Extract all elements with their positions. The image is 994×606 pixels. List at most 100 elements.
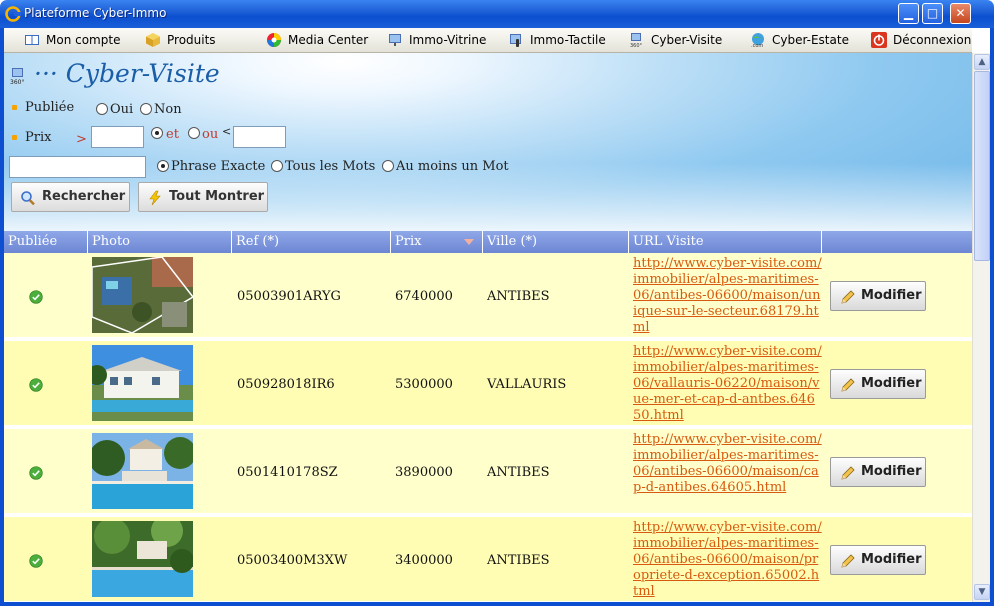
prix-label: Prix [25, 130, 52, 145]
scroll-up-button[interactable]: ▲ [974, 54, 990, 70]
publiee-non-radio[interactable] [140, 103, 152, 115]
ville-value: ANTIBES [487, 465, 550, 480]
url-visite-link[interactable]: http://www.cyber-visite.com/immobilier/a… [633, 520, 823, 600]
360-camera-icon: 360° [10, 68, 24, 85]
ref-value: 05003400M3XW [237, 553, 348, 568]
scroll-thumb[interactable] [974, 71, 990, 261]
touch-screen-icon [510, 34, 521, 47]
window-border-bottom [0, 602, 994, 606]
main-content: 360° ··· Cyber-Visite Publiée Oui Non Pr… [4, 53, 972, 602]
360-camera-icon: 360° [630, 33, 643, 48]
page-title: ··· Cyber-Visite [34, 59, 220, 88]
col-prix-label: Prix [395, 234, 422, 249]
table-row: 0501410178SZ 3890000 ANTIBES http://www.… [4, 429, 972, 513]
title-bar: Plateforme Cyber-Immo ▁ □ ✕ [0, 0, 994, 28]
monitor-icon [389, 34, 401, 46]
prix-less-than: < [222, 125, 232, 138]
table-header: Publiée Photo Ref (*) Prix Ville (*) URL… [4, 231, 972, 253]
vertical-scrollbar[interactable]: ▲ ▼ [972, 53, 990, 602]
prix-max-input[interactable] [233, 126, 286, 148]
table-row: 050928018IR6 5300000 VALLAURIS http://ww… [4, 341, 972, 425]
maximize-button[interactable]: □ [922, 3, 943, 24]
property-villa-photo [92, 345, 193, 421]
modifier-button[interactable]: Modifier [830, 457, 926, 487]
prix-min-input[interactable] [91, 126, 144, 148]
col-prix[interactable]: Prix [391, 231, 483, 253]
publiee-oui-label: Oui [110, 102, 134, 117]
ville-value: ANTIBES [487, 289, 550, 304]
property-garden-pool-photo [92, 521, 193, 597]
url-visite-link[interactable]: http://www.cyber-visite.com/immobilier/a… [633, 432, 823, 496]
tout-montrer-button[interactable]: Tout Montrer [138, 182, 268, 212]
table-row: 05003901ARYG 6740000 ANTIBES http://www.… [4, 253, 972, 337]
modifier-button[interactable]: Modifier [830, 545, 926, 575]
svg-text:360°: 360° [630, 43, 643, 48]
modifier-button[interactable]: Modifier [830, 369, 926, 399]
au-moins-un-mot-label: Au moins un Mot [396, 159, 509, 174]
publiee-oui-radio[interactable] [96, 103, 108, 115]
svg-text:.com: .com [751, 43, 763, 48]
color-wheel-icon [267, 33, 281, 47]
globe-com-icon: .com [751, 33, 764, 48]
close-button[interactable]: ✕ [950, 3, 971, 24]
power-icon [871, 32, 887, 48]
bullet-icon [12, 135, 17, 140]
prix-et-radio[interactable] [151, 127, 163, 139]
tous-les-mots-radio[interactable] [271, 160, 283, 172]
rechercher-button[interactable]: Rechercher [11, 182, 130, 212]
property-pool-photo [92, 433, 193, 509]
prix-ou-label: ou [202, 127, 219, 142]
pencil-icon [841, 554, 855, 568]
col-ref[interactable]: Ref (*) [232, 231, 391, 253]
box-icon [146, 33, 160, 47]
ref-value: 0501410178SZ [237, 465, 338, 480]
prix-greater-than: > [76, 132, 87, 147]
col-actions [822, 231, 972, 253]
window-border-right [990, 28, 994, 606]
tous-les-mots-label: Tous les Mots [285, 159, 376, 174]
publiee-non-label: Non [154, 102, 182, 117]
ville-value: VALLAURIS [487, 377, 567, 392]
pencil-icon [841, 378, 855, 392]
ref-value: 050928018IR6 [237, 377, 335, 392]
phrase-exacte-radio[interactable] [157, 160, 169, 172]
pencil-icon [841, 290, 855, 304]
check-circle-icon [29, 554, 43, 568]
menu-bar: Mon compte Produits Media Center Immo-Vi… [4, 28, 972, 53]
app-logo-icon [5, 6, 21, 22]
minimize-button[interactable]: ▁ [898, 3, 919, 24]
scroll-down-button[interactable]: ▼ [974, 584, 990, 600]
svg-text:360°: 360° [10, 79, 24, 85]
check-circle-icon [29, 290, 43, 304]
col-ville[interactable]: Ville (*) [483, 231, 629, 253]
check-circle-icon [29, 378, 43, 392]
prix-value: 3890000 [395, 465, 453, 480]
prix-et-label: et [166, 127, 179, 142]
modifier-button[interactable]: Modifier [830, 281, 926, 311]
check-circle-icon [29, 466, 43, 480]
bullet-icon [12, 105, 17, 110]
table-row: 05003400M3XW 3400000 ANTIBES http://www.… [4, 517, 972, 601]
prix-ou-radio[interactable] [188, 127, 200, 139]
ville-value: ANTIBES [487, 553, 550, 568]
search-input[interactable] [9, 156, 146, 178]
prix-value: 6740000 [395, 289, 453, 304]
ref-value: 05003901ARYG [237, 289, 341, 304]
au-moins-un-mot-radio[interactable] [382, 160, 394, 172]
url-visite-link[interactable]: http://www.cyber-visite.com/immobilier/a… [633, 256, 823, 336]
pencil-icon [841, 466, 855, 480]
prix-value: 3400000 [395, 553, 453, 568]
url-visite-link[interactable]: http://www.cyber-visite.com/immobilier/a… [633, 344, 823, 424]
property-aerial-photo [92, 257, 193, 333]
prix-value: 5300000 [395, 377, 453, 392]
col-url-visite[interactable]: URL Visite [629, 231, 822, 253]
sort-desc-icon[interactable] [464, 239, 474, 245]
col-publiee[interactable]: Publiée [4, 231, 88, 253]
publiee-label: Publiée [25, 100, 75, 115]
phrase-exacte-label: Phrase Exacte [171, 159, 266, 174]
col-photo[interactable]: Photo [88, 231, 232, 253]
window-title: Plateforme Cyber-Immo [24, 6, 167, 20]
book-icon [25, 35, 39, 45]
magnifier-icon [21, 191, 35, 206]
lightning-icon [149, 190, 161, 206]
